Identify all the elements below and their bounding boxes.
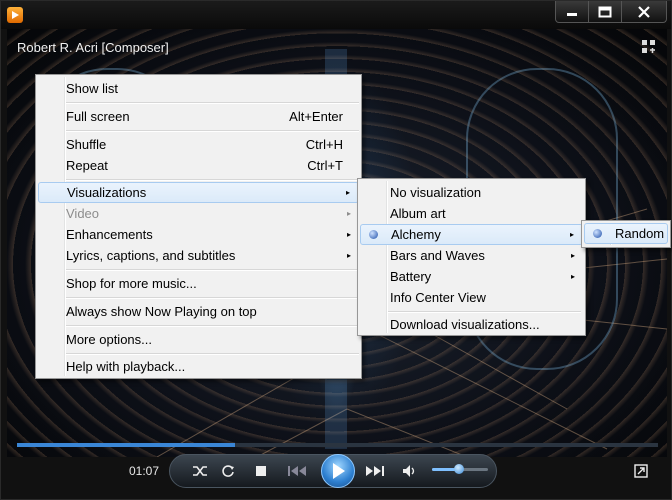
menu-item-label: Album art xyxy=(390,206,446,221)
menu-separator xyxy=(66,130,359,132)
next-icon xyxy=(366,466,384,476)
menu-separator xyxy=(66,179,359,181)
menu-item-label: Full screen xyxy=(66,109,130,124)
menu-item-always-on-top[interactable]: Always show Now Playing on top xyxy=(38,301,359,322)
previous-icon xyxy=(288,466,306,476)
menu-separator xyxy=(66,325,359,327)
menu-item-label: Lyrics, captions, and subtitles xyxy=(66,248,236,263)
previous-button[interactable] xyxy=(285,463,311,479)
menu-item-bars-and-waves[interactable]: Bars and Waves ▸ xyxy=(360,245,583,266)
menu-item-repeat[interactable]: Repeat Ctrl+T xyxy=(38,155,359,176)
menu-item-label: Shuffle xyxy=(66,137,107,152)
menu-item-album-art[interactable]: Album art xyxy=(360,203,583,224)
submenu-arrow-icon: ▸ xyxy=(346,209,351,218)
menu-item-help-with-playback[interactable]: Help with playback... xyxy=(38,356,359,377)
menu-item-shortcut: Alt+Enter xyxy=(289,109,343,124)
submenu-arrow-icon: ▸ xyxy=(346,251,351,260)
menu-item-full-screen[interactable]: Full screen Alt+Enter xyxy=(38,106,359,127)
minimize-button[interactable] xyxy=(555,1,589,23)
close-icon xyxy=(638,5,650,18)
repeat-icon xyxy=(222,465,234,477)
menu-item-label: Help with playback... xyxy=(66,359,186,374)
submenu-arrow-icon: ▸ xyxy=(570,251,575,260)
menu-item-label: Info Center View xyxy=(390,290,486,305)
track-title: Robert R. Acri [Composer] xyxy=(17,40,169,55)
shuffle-button[interactable] xyxy=(191,463,209,479)
menu-item-label: Download visualizations... xyxy=(390,317,540,332)
maximize-button[interactable] xyxy=(588,1,622,23)
submenu-arrow-icon: ▸ xyxy=(570,272,575,281)
menu-item-shortcut: Ctrl+T xyxy=(307,158,343,173)
shuffle-icon xyxy=(193,466,207,476)
menu-item-label: Video xyxy=(66,206,100,221)
menu-item-download-visualizations[interactable]: Download visualizations... xyxy=(360,314,583,335)
menu-item-enhancements[interactable]: Enhancements ▸ xyxy=(38,224,359,245)
fullscreen-icon xyxy=(634,464,648,478)
menu-item-label: Enhancements xyxy=(66,227,153,242)
menu-item-visualizations[interactable]: Visualizations ▸ xyxy=(38,182,359,203)
menu-item-label: Battery xyxy=(390,269,432,284)
stop-icon xyxy=(256,466,266,476)
menu-item-shuffle[interactable]: Shuffle Ctrl+H xyxy=(38,134,359,155)
switch-to-library-icon[interactable] xyxy=(641,39,657,55)
play-button[interactable] xyxy=(321,454,355,488)
repeat-button[interactable] xyxy=(219,463,237,479)
menu-item-label: Random xyxy=(615,226,665,241)
submenu-arrow-icon: ▸ xyxy=(569,230,574,239)
menu-separator xyxy=(66,353,359,355)
speaker-icon xyxy=(403,465,415,477)
next-button[interactable] xyxy=(361,463,387,479)
seek-bar[interactable] xyxy=(17,443,658,447)
menu-item-more-options[interactable]: More options... xyxy=(38,329,359,350)
volume-knob[interactable] xyxy=(453,464,464,474)
menu-item-info-center-view[interactable]: Info Center View xyxy=(360,287,583,308)
title-bar[interactable] xyxy=(1,1,671,29)
menu-item-battery[interactable]: Battery ▸ xyxy=(360,266,583,287)
maximize-icon xyxy=(598,6,612,17)
menu-separator xyxy=(66,297,359,299)
menu-item-no-visualization[interactable]: No visualization xyxy=(360,182,583,203)
submenu-arrow-icon: ▸ xyxy=(345,188,350,197)
elapsed-time: 01:07 xyxy=(129,464,160,478)
menu-item-label: More options... xyxy=(66,332,152,347)
close-button[interactable] xyxy=(621,1,667,23)
minimize-icon xyxy=(567,12,577,16)
stop-button[interactable] xyxy=(253,463,269,479)
menu-separator xyxy=(66,269,359,271)
menu-item-shortcut: Ctrl+H xyxy=(305,137,343,152)
menu-item-label: Repeat xyxy=(66,158,108,173)
menu-item-label: Show list xyxy=(66,81,119,96)
alchemy-submenu: Random xyxy=(581,220,671,248)
play-icon xyxy=(333,463,345,479)
menu-item-show-list[interactable]: Show list xyxy=(38,78,359,99)
visualizations-submenu: No visualization Album art Alchemy ▸ Bars… xyxy=(357,178,586,336)
menu-item-label: Shop for more music... xyxy=(66,276,197,291)
context-menu: Show list Full screen Alt+Enter Shuffle Ct… xyxy=(35,74,362,379)
menu-item-lyrics-captions-subtitles[interactable]: Lyrics, captions, and subtitles ▸ xyxy=(38,245,359,266)
menu-item-random[interactable]: Random xyxy=(584,223,668,244)
menu-separator xyxy=(66,102,359,104)
menu-item-label: No visualization xyxy=(390,185,482,200)
menu-separator xyxy=(388,311,581,313)
menu-item-label: Alchemy xyxy=(391,227,441,242)
seek-progress xyxy=(17,443,235,447)
menu-item-shop-for-music[interactable]: Shop for more music... xyxy=(38,273,359,294)
menu-item-label: Visualizations xyxy=(67,185,147,200)
menu-item-alchemy[interactable]: Alchemy ▸ xyxy=(360,224,583,245)
selected-radio-icon xyxy=(369,230,378,239)
menu-item-label: Bars and Waves xyxy=(390,248,485,263)
menu-item-video[interactable]: Video ▸ xyxy=(38,203,359,224)
media-player-icon[interactable] xyxy=(7,7,23,23)
fullscreen-button[interactable] xyxy=(633,463,649,479)
menu-item-label: Always show Now Playing on top xyxy=(66,304,257,319)
mute-button[interactable] xyxy=(401,463,419,479)
selected-radio-icon xyxy=(593,229,602,238)
submenu-arrow-icon: ▸ xyxy=(346,230,351,239)
